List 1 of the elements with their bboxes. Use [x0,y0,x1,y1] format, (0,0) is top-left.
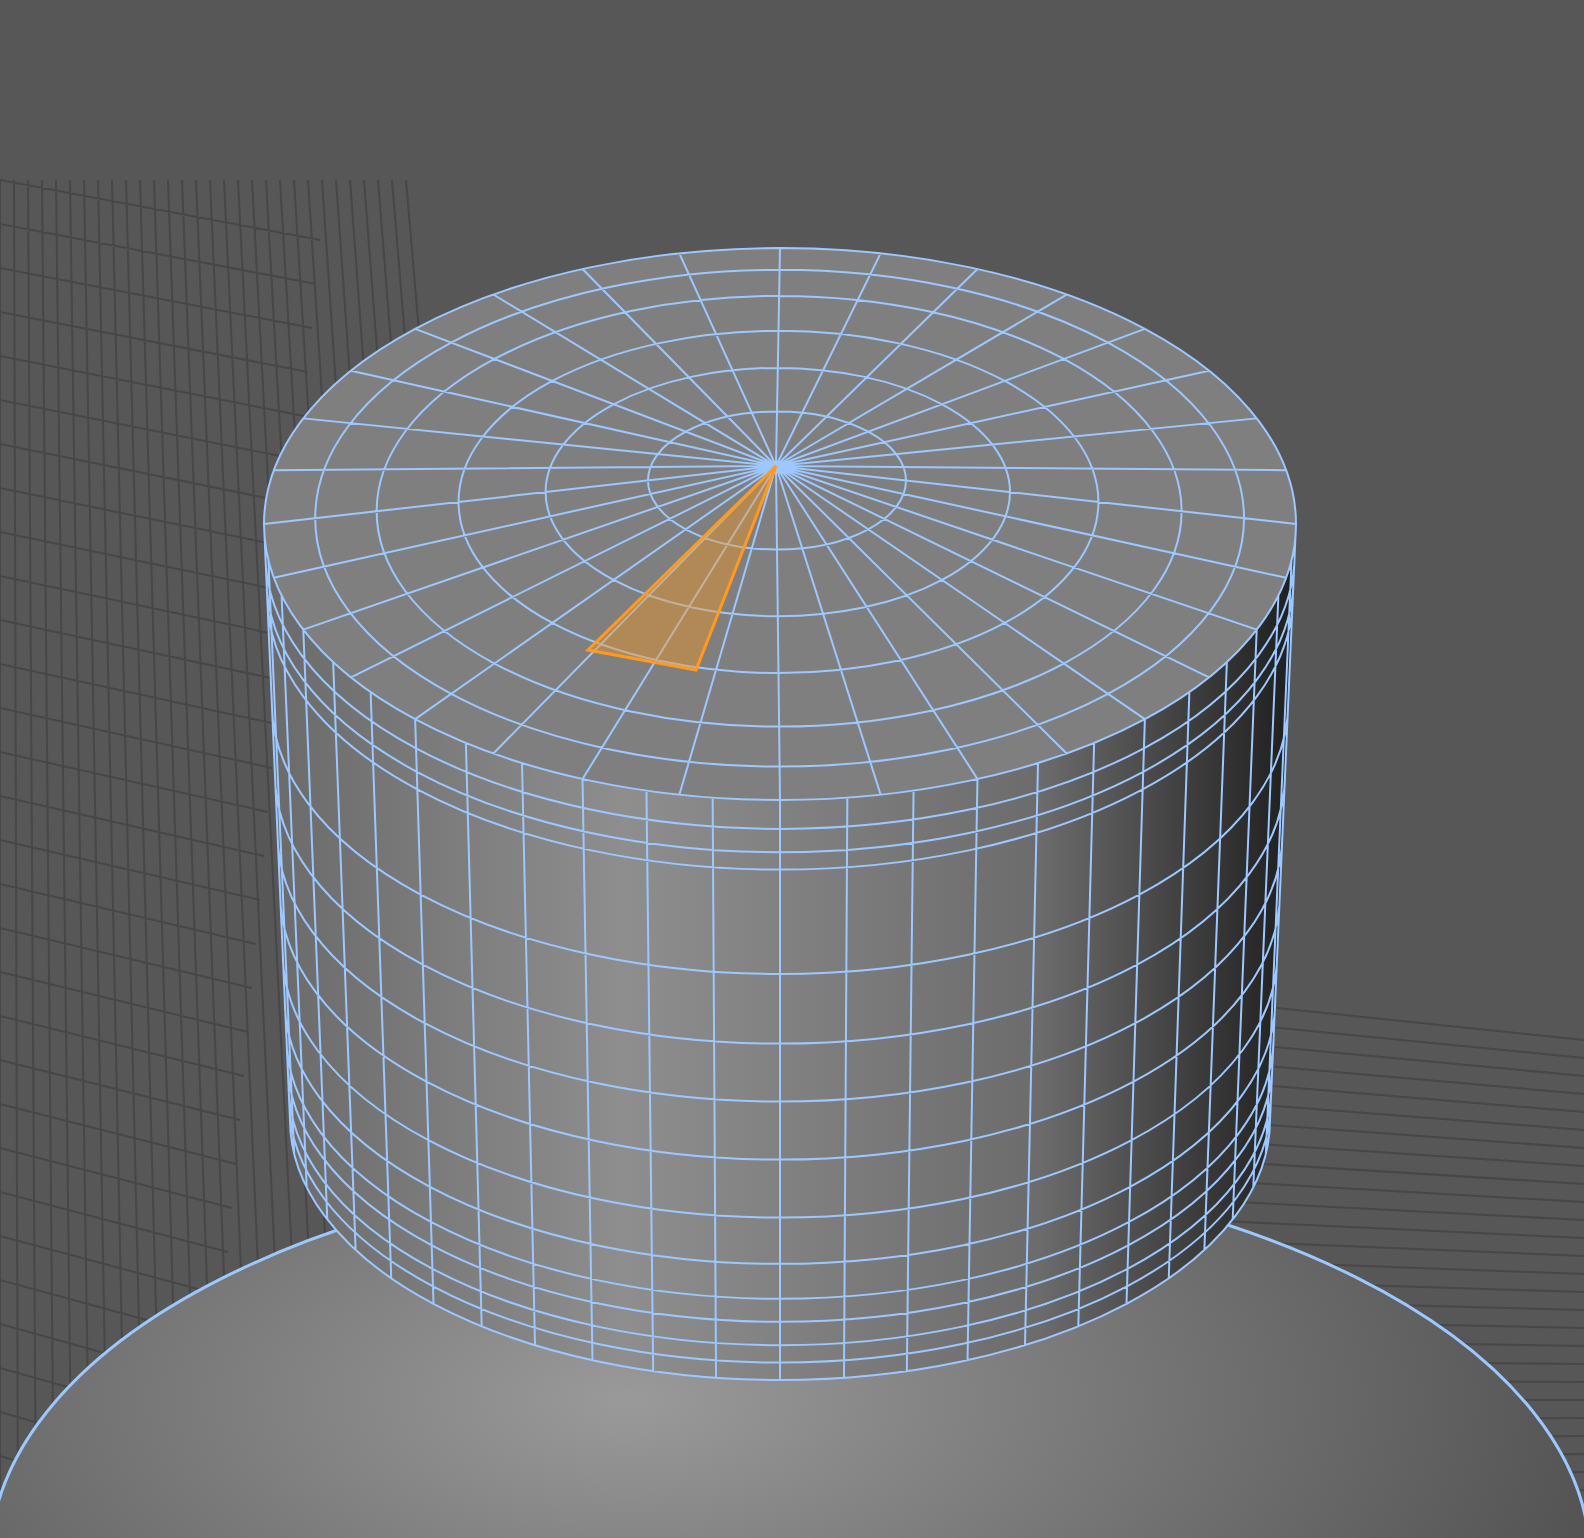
selected-face[interactable] [584,464,778,672]
